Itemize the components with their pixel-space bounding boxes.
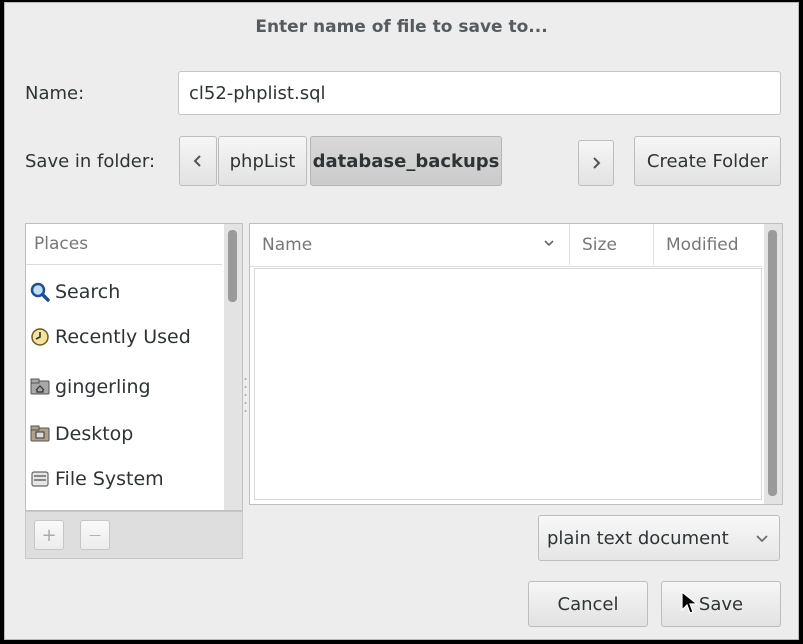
files-header: Name Size Modified — [250, 224, 762, 267]
name-label: Name: — [25, 83, 85, 104]
place-home[interactable]: gingerling — [30, 372, 151, 402]
places-scrollbar[interactable] — [224, 224, 242, 510]
path-button-database-backups[interactable]: database_backups — [310, 136, 502, 186]
file-type-filter-value: plain text document — [547, 527, 729, 549]
clock-icon — [30, 327, 50, 347]
places-header: Places — [26, 224, 222, 265]
column-modified[interactable]: Modified — [654, 224, 762, 265]
save-in-folder-label: Save in folder: — [25, 151, 156, 172]
place-label: File System — [55, 468, 164, 490]
place-label: Search — [55, 281, 121, 303]
files-panel: Name Size Modified — [249, 223, 783, 505]
places-toolbar: + — — [25, 511, 243, 559]
path-button-phplist[interactable]: phpList — [218, 136, 307, 186]
place-label: Desktop — [55, 423, 134, 445]
mouse-cursor-icon — [681, 591, 699, 614]
place-recently-used[interactable]: Recently Used — [30, 322, 191, 352]
file-list[interactable] — [254, 268, 762, 500]
files-scroll-thumb[interactable] — [768, 230, 777, 496]
place-label: Recently Used — [55, 326, 191, 348]
drive-icon — [30, 469, 50, 489]
column-size[interactable]: Size — [570, 224, 654, 265]
places-scroll-thumb[interactable] — [228, 230, 237, 302]
path-back-button[interactable] — [179, 136, 217, 186]
place-search[interactable]: Search — [30, 277, 120, 307]
place-label: gingerling — [55, 376, 151, 398]
save-button-label: Save — [698, 593, 744, 615]
place-file-system[interactable]: File System — [30, 464, 164, 494]
files-scrollbar[interactable] — [764, 224, 782, 504]
chevron-right-icon — [593, 157, 601, 169]
remove-bookmark-button[interactable]: — — [80, 520, 110, 550]
column-name-label: Name — [262, 234, 313, 255]
sort-chevron-down-icon — [544, 240, 554, 247]
add-bookmark-button[interactable]: + — [34, 520, 64, 550]
save-file-dialog: Enter name of file to save to... Name: S… — [4, 2, 799, 640]
pane-resize-handle[interactable] — [244, 375, 247, 415]
file-type-filter[interactable]: plain text document — [538, 515, 780, 561]
cancel-button[interactable]: Cancel — [528, 581, 648, 627]
create-folder-button[interactable]: Create Folder — [634, 136, 781, 186]
filename-input[interactable] — [178, 71, 781, 115]
desktop-folder-icon — [30, 424, 50, 444]
places-panel: Places Search Recently Used gingerling D… — [25, 223, 243, 511]
chevron-down-icon — [756, 535, 768, 543]
home-folder-icon — [30, 377, 50, 397]
column-name[interactable]: Name — [250, 224, 570, 265]
chevron-left-icon — [193, 155, 201, 167]
path-forward-button[interactable] — [578, 140, 614, 186]
search-icon — [30, 282, 50, 302]
place-desktop[interactable]: Desktop — [30, 419, 133, 449]
save-button[interactable]: Save — [661, 581, 781, 627]
dialog-title: Enter name of file to save to... — [255, 17, 548, 37]
